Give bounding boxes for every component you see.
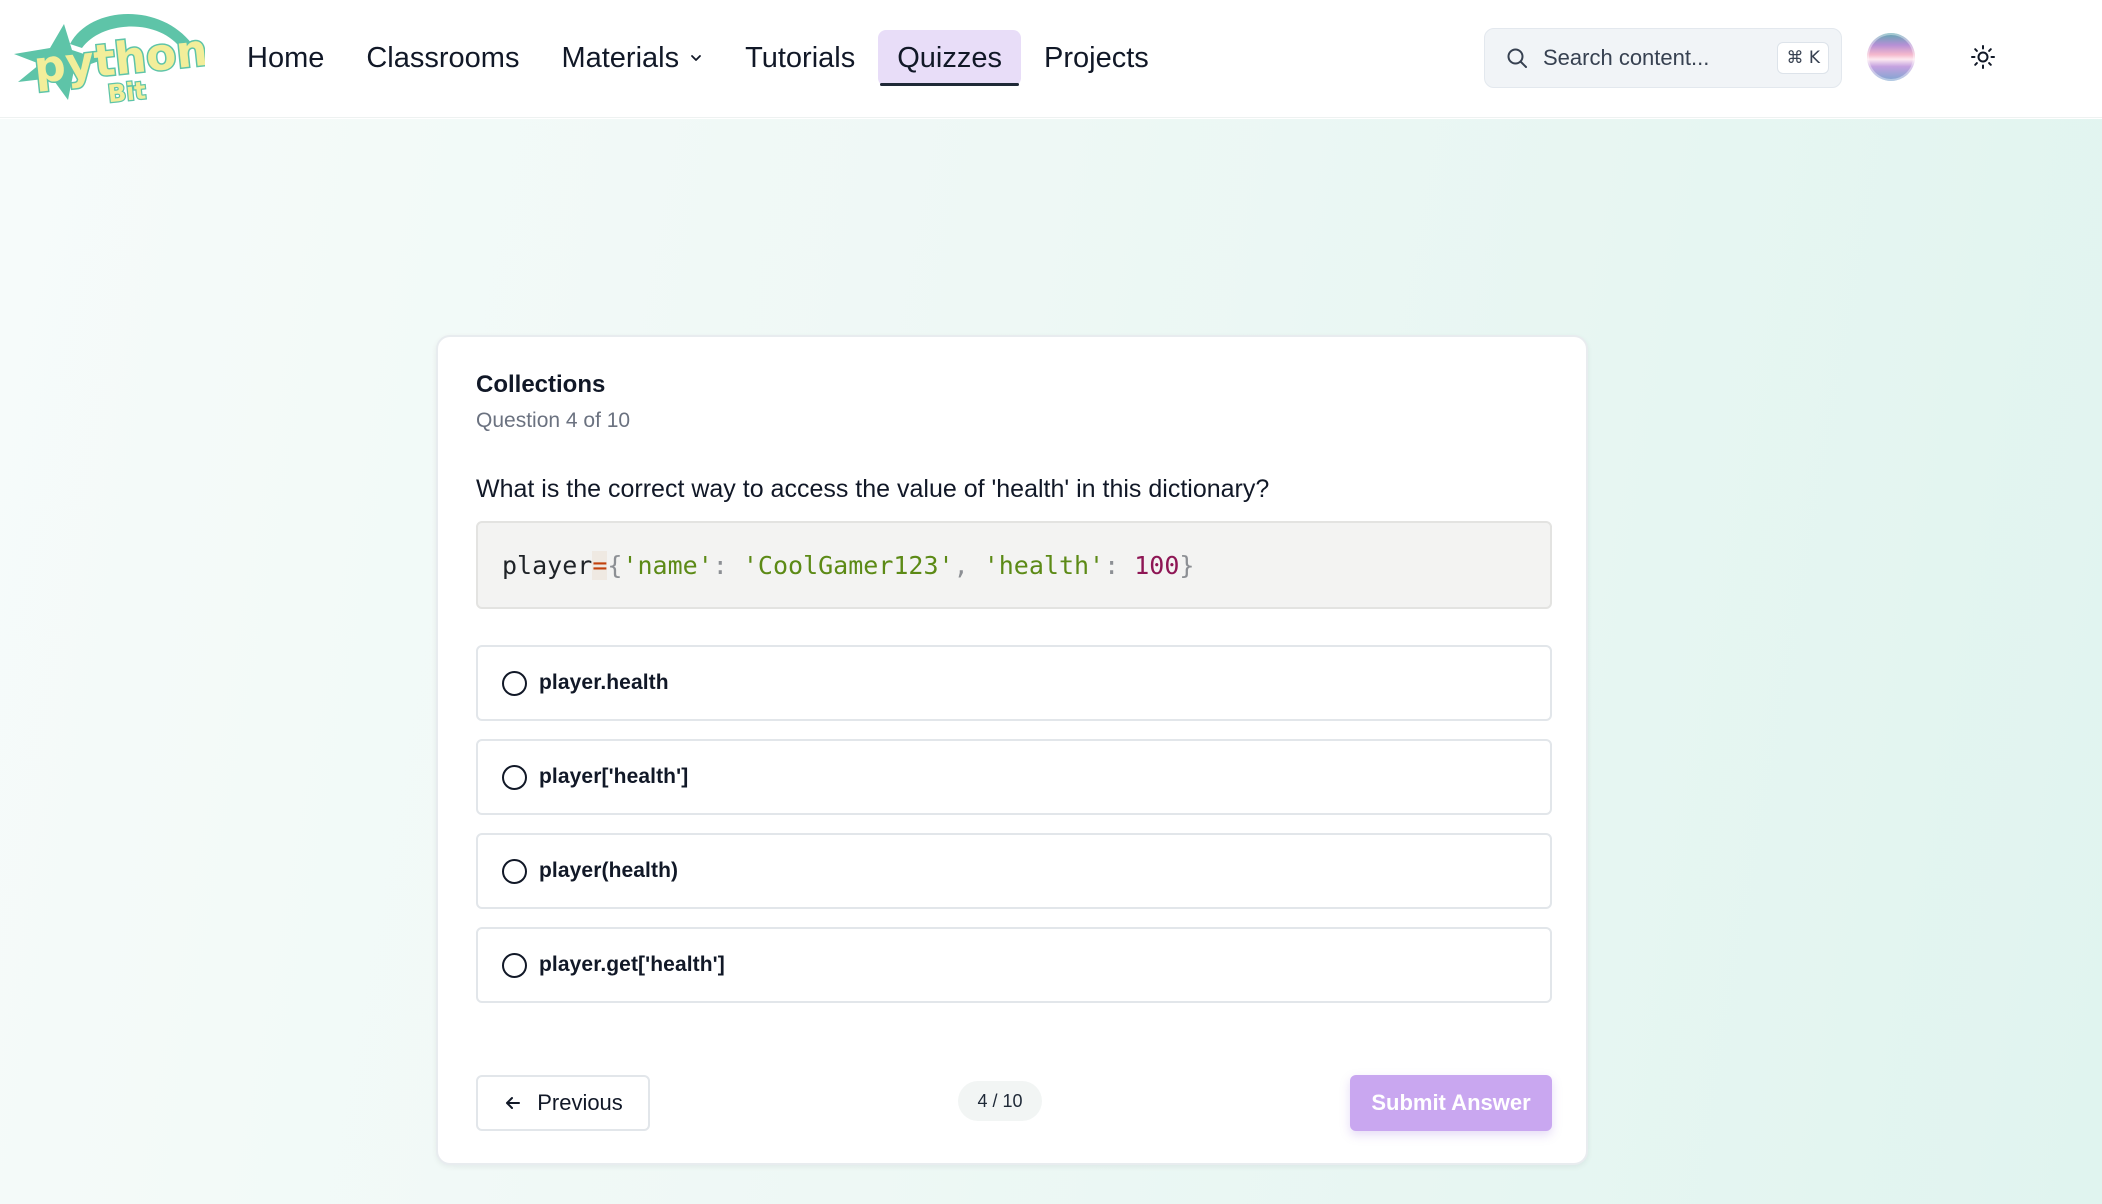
search-shortcut-badge: ⌘ K (1777, 42, 1829, 74)
answer-option-label: player.health (539, 671, 669, 694)
answer-option-label: player['health'] (539, 765, 689, 788)
user-avatar[interactable] (1867, 33, 1915, 81)
nav-tutorials-label: Tutorials (745, 41, 856, 74)
nav-tutorials[interactable]: Tutorials (726, 30, 874, 86)
nav-projects-label: Projects (1044, 41, 1149, 74)
nav-home-label: Home (247, 41, 325, 74)
top-navigation-bar: python Bit Home Classrooms Materials Tut… (0, 0, 2102, 118)
main-nav: Home Classrooms Materials Tutorials Quiz… (228, 30, 1172, 86)
question-progress-text: Question 4 of 10 (476, 409, 631, 432)
quiz-card: Collections Question 4 of 10 What is the… (436, 335, 1588, 1165)
python-bit-logo-icon: python Bit (14, 13, 211, 109)
nav-classrooms-label: Classrooms (366, 41, 520, 74)
code-snippet: player = {'name': 'CoolGamer123', 'healt… (476, 521, 1552, 609)
code-variable: player (502, 550, 593, 580)
search-box[interactable]: Search content... ⌘ K (1484, 28, 1842, 88)
svg-text:Bit: Bit (106, 76, 147, 108)
nav-home[interactable]: Home (228, 30, 343, 86)
submit-answer-button[interactable]: Submit Answer (1350, 1075, 1552, 1131)
answer-option-1[interactable]: player.health (476, 645, 1552, 721)
sun-icon (1971, 45, 1995, 69)
search-placeholder: Search content... (1543, 45, 1710, 70)
search-icon (1505, 46, 1529, 70)
code-comma: , (953, 550, 984, 580)
main-content: Collections Question 4 of 10 What is the… (0, 119, 2102, 1204)
previous-button[interactable]: Previous (476, 1075, 650, 1131)
answer-option-2[interactable]: player['health'] (476, 739, 1552, 815)
code-key-name: 'name' (622, 550, 713, 580)
code-brace-open: { (607, 550, 623, 580)
question-counter-badge: 4 / 10 (958, 1081, 1042, 1121)
quiz-topic-title: Collections (476, 371, 606, 398)
nav-materials-label: Materials (561, 41, 680, 74)
code-operator: = (592, 550, 608, 580)
nav-quizzes-label: Quizzes (897, 41, 1002, 74)
python-bit-logo[interactable]: python Bit (10, 4, 211, 109)
nav-classrooms[interactable]: Classrooms (347, 30, 538, 86)
answer-option-label: player(health) (539, 859, 679, 882)
nav-materials-dropdown[interactable]: Materials (542, 30, 722, 86)
radio-button[interactable] (502, 952, 527, 978)
code-colon: : (712, 550, 743, 580)
code-colon: : (1104, 550, 1135, 580)
radio-button[interactable] (502, 764, 527, 790)
arrow-left-icon (503, 1093, 523, 1113)
nav-quizzes[interactable]: Quizzes (878, 30, 1021, 86)
nav-projects[interactable]: Projects (1025, 30, 1168, 86)
code-key-health: 'health' (983, 550, 1105, 580)
answer-option-3[interactable]: player(health) (476, 833, 1552, 909)
previous-button-label: Previous (537, 1090, 623, 1115)
answer-option-4[interactable]: player.get['health'] (476, 927, 1552, 1003)
radio-button[interactable] (502, 670, 527, 696)
answer-option-label: player.get['health'] (539, 953, 725, 976)
theme-toggle-button[interactable] (1968, 42, 1998, 72)
radio-button[interactable] (502, 858, 527, 884)
code-value-name: 'CoolGamer123' (742, 550, 954, 580)
chevron-down-icon (689, 51, 703, 65)
code-value-health: 100 (1134, 550, 1180, 580)
code-brace-close: } (1179, 550, 1195, 580)
question-text: What is the correct way to access the va… (476, 475, 1270, 503)
